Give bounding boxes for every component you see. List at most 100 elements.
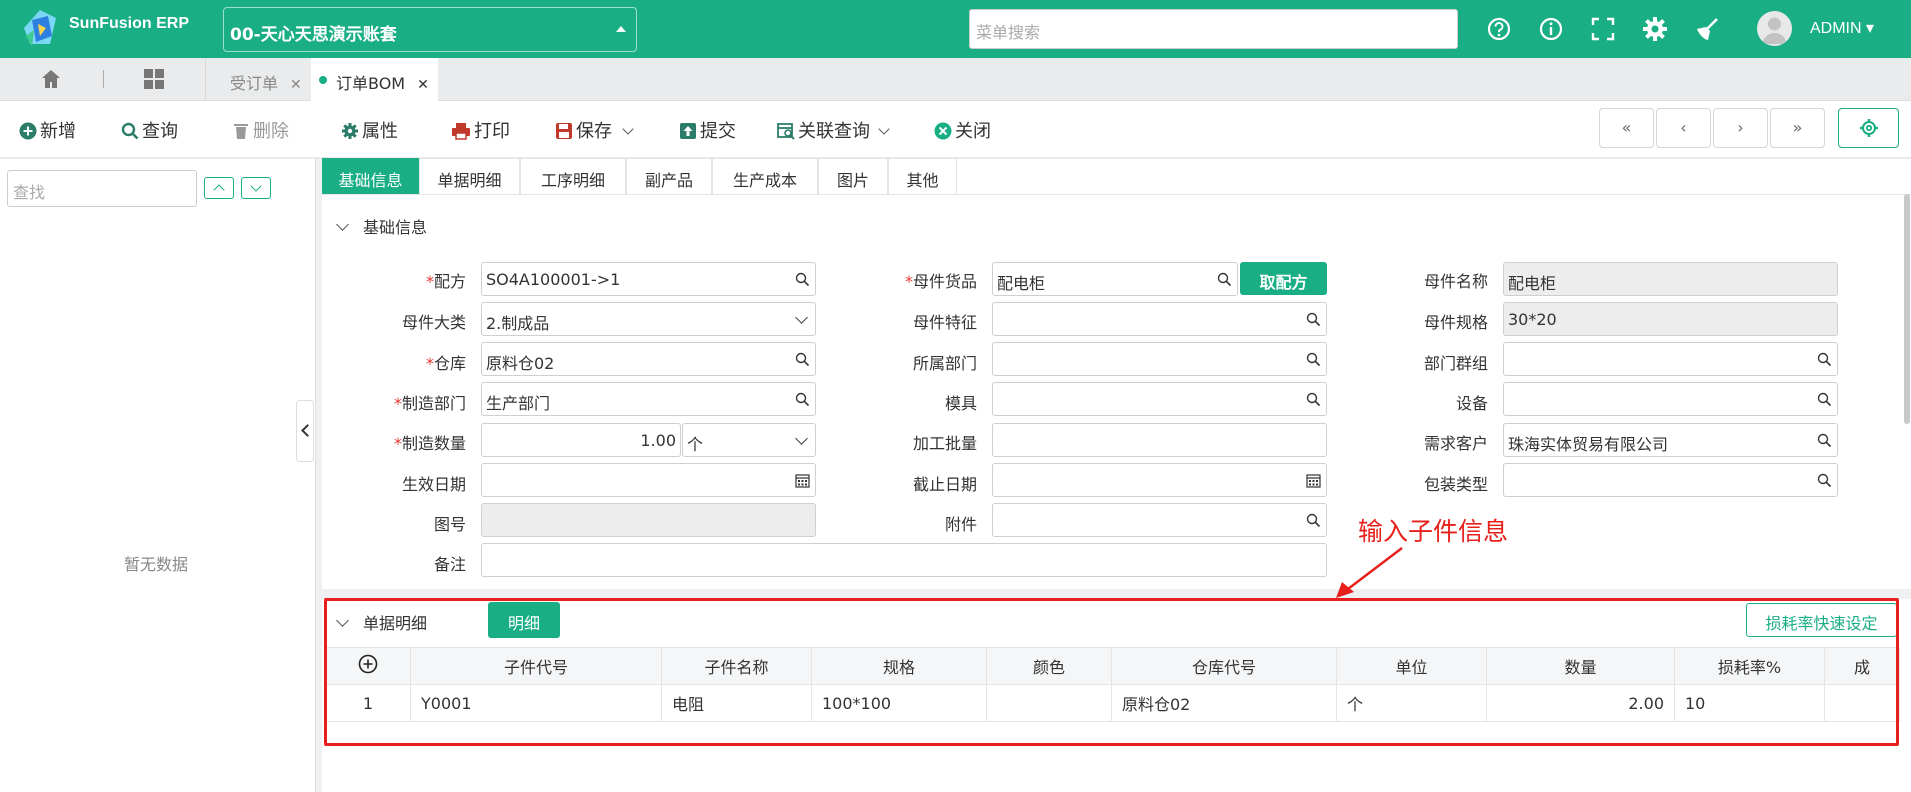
search-icon[interactable]: [1817, 392, 1832, 407]
warehouse-label: *仓库: [425, 354, 466, 373]
chevron-left-icon: [301, 424, 314, 437]
search-icon[interactable]: [795, 352, 810, 367]
broom-icon[interactable]: [1693, 15, 1721, 43]
delete-button[interactable]: 删除: [232, 117, 289, 143]
find-input[interactable]: 查找: [7, 170, 197, 207]
parent-feature-field[interactable]: [992, 302, 1327, 336]
next-page-button[interactable]: ›: [1713, 108, 1768, 148]
user-icon: [1762, 17, 1787, 44]
search-icon[interactable]: [795, 392, 810, 407]
tab-basic-info[interactable]: 基础信息: [322, 158, 419, 194]
get-recipe-button[interactable]: 取配方: [1240, 262, 1327, 295]
settings-button[interactable]: [1838, 108, 1899, 148]
end-date-field[interactable]: [992, 463, 1327, 497]
search-icon[interactable]: [1306, 513, 1321, 528]
tab-process-detail[interactable]: 工序明细: [520, 158, 626, 194]
grid-icon[interactable]: [143, 68, 165, 90]
tab-production-cost[interactable]: 生产成本: [712, 158, 818, 194]
search-icon[interactable]: [1817, 433, 1832, 448]
parent-category-label: 母件大类: [401, 313, 466, 332]
parent-item-field[interactable]: 配电柜: [992, 262, 1238, 296]
print-button[interactable]: 打印: [451, 117, 510, 143]
package-type-field[interactable]: [1503, 463, 1838, 497]
recipe-value: SO4A100001->1: [486, 270, 621, 289]
dept-field[interactable]: [992, 342, 1327, 376]
parent-name-label: 母件名称: [1423, 272, 1488, 291]
related-label: 关联查询: [798, 121, 870, 142]
account-label: 00-天心天思演示账套: [230, 25, 397, 45]
basic-info-header[interactable]: 基础信息: [336, 214, 428, 238]
search-icon[interactable]: [1306, 392, 1321, 407]
warehouse-field[interactable]: 原料仓02: [481, 342, 816, 376]
find-next-button[interactable]: [241, 177, 271, 199]
collapse-panel-button[interactable]: [296, 400, 314, 462]
close-icon[interactable]: ✕: [417, 77, 429, 93]
info-icon[interactable]: [1537, 15, 1565, 43]
unit-select[interactable]: 个: [682, 423, 816, 457]
help-icon[interactable]: [1485, 15, 1513, 43]
effective-date-field[interactable]: [481, 463, 816, 497]
chevron-down-icon[interactable]: [622, 123, 634, 135]
calendar-icon[interactable]: [795, 473, 810, 488]
parent-category-select[interactable]: 2.制成品: [481, 302, 816, 336]
last-page-button[interactable]: »: [1770, 108, 1825, 148]
search-icon[interactable]: [1306, 312, 1321, 327]
fullscreen-icon[interactable]: [1589, 15, 1617, 43]
left-panel: [0, 159, 316, 792]
first-page-button[interactable]: «: [1599, 108, 1654, 148]
tab-byproduct[interactable]: 副产品: [626, 158, 712, 194]
related-query-button[interactable]: 关联查询: [777, 117, 890, 143]
close-button[interactable]: 关闭: [934, 117, 991, 143]
dept-group-field[interactable]: [1503, 342, 1838, 376]
attachment-field[interactable]: [992, 503, 1327, 537]
find-prev-button[interactable]: [204, 177, 234, 199]
menu-search-input[interactable]: 菜单搜索: [969, 9, 1458, 49]
annotation-arrow-icon: [1336, 547, 1403, 598]
user-menu[interactable]: ADMIN ▾: [1810, 18, 1874, 38]
close-icon[interactable]: ✕: [290, 77, 302, 93]
tab-other[interactable]: 其他: [888, 158, 957, 194]
parent-spec-label: 母件规格: [1423, 313, 1488, 332]
batch-input[interactable]: [992, 423, 1327, 457]
query-button[interactable]: 查询: [121, 117, 178, 143]
close-circle-icon: [934, 122, 952, 140]
tab-images[interactable]: 图片: [818, 158, 888, 194]
submit-button[interactable]: 提交: [679, 117, 736, 143]
avatar[interactable]: [1757, 11, 1792, 46]
gear-icon[interactable]: [1641, 15, 1669, 43]
attachment-label: 附件: [944, 515, 977, 534]
mfg-qty-input[interactable]: 1.00: [481, 423, 681, 457]
recipe-field[interactable]: SO4A100001->1: [481, 262, 816, 296]
query-label: 查询: [142, 121, 178, 142]
section-title: 基础信息: [363, 218, 428, 237]
chevron-down-icon: [795, 311, 808, 324]
calendar-icon[interactable]: [1306, 473, 1321, 488]
tab-sales-order[interactable]: 受订单 ✕: [230, 58, 302, 101]
mold-field[interactable]: [992, 382, 1327, 416]
home-icon[interactable]: [40, 68, 62, 90]
search-icon[interactable]: [1217, 272, 1232, 287]
tab-order-bom[interactable]: 订单BOM ✕: [311, 58, 438, 101]
end-date-label: 截止日期: [912, 475, 977, 494]
form-scrollbar[interactable]: [1904, 194, 1910, 424]
remark-field[interactable]: [481, 543, 1327, 577]
search-icon[interactable]: [1817, 352, 1832, 367]
save-button[interactable]: 保存: [555, 117, 634, 143]
properties-button[interactable]: 属性: [341, 117, 398, 143]
customer-field[interactable]: 珠海实体贸易有限公司: [1503, 423, 1838, 457]
account-selector[interactable]: 00-天心天思演示账套: [223, 7, 637, 52]
customer-label: 需求客户: [1423, 434, 1488, 453]
parent-name-field: 配电柜: [1503, 262, 1838, 296]
tab-doc-detail[interactable]: 单据明细: [419, 158, 520, 194]
gear-icon: [1859, 119, 1878, 137]
save-label: 保存: [576, 121, 612, 142]
mfg-dept-field[interactable]: 生产部门: [481, 382, 816, 416]
search-icon[interactable]: [795, 272, 810, 287]
print-label: 打印: [474, 121, 510, 142]
equipment-field[interactable]: [1503, 382, 1838, 416]
search-icon[interactable]: [1817, 473, 1832, 488]
mfg-dept-label: *制造部门: [393, 394, 466, 413]
new-button[interactable]: 新增: [19, 117, 76, 143]
search-icon[interactable]: [1306, 352, 1321, 367]
prev-page-button[interactable]: ‹: [1656, 108, 1711, 148]
